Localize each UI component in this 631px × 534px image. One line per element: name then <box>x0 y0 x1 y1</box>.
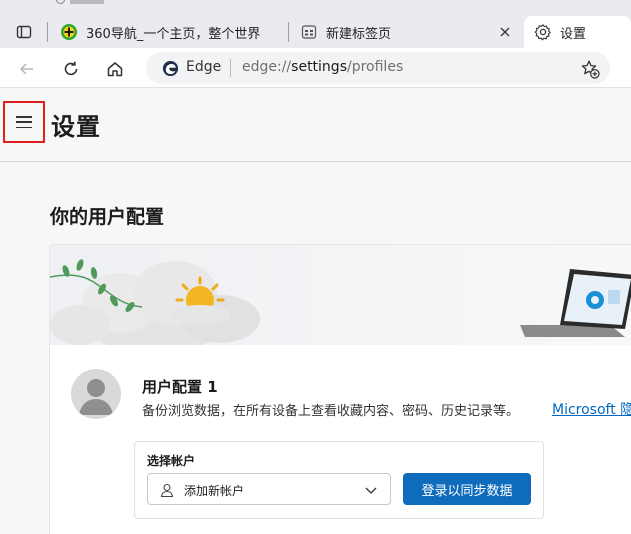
chevron-down-icon <box>365 487 377 494</box>
settings-menu-button[interactable] <box>3 101 45 143</box>
account-dropdown-value: 添加新帐户 <box>184 484 245 498</box>
home-button[interactable] <box>100 54 130 84</box>
url-path: /profiles <box>347 59 404 75</box>
person-icon <box>160 483 174 498</box>
profile-banner-illustration <box>50 245 631 345</box>
browser-label: Edge <box>186 59 222 75</box>
url-text[interactable]: edge://settings/profiles <box>242 59 403 75</box>
account-label: 选择帐户 <box>147 454 196 468</box>
settings-header: 设置 <box>0 89 631 162</box>
tab-strip: 360导航_一个主页，整个世界 新建标签页 设置 <box>0 0 631 48</box>
360-favicon-icon <box>60 23 78 41</box>
star-plus-icon <box>581 60 600 79</box>
tab-actions-icon <box>16 25 32 39</box>
cropped-previous-row <box>50 0 130 6</box>
refresh-icon <box>64 61 78 76</box>
profile-name: 用户配置 1 <box>142 378 218 396</box>
tab-title: 新建标签页 <box>326 26 392 42</box>
profile-row: 用户配置 1 备份浏览数据，在所有设备上查看收藏内容、密码、历史记录等。 Mic… <box>50 345 631 445</box>
person-avatar-icon <box>79 379 113 415</box>
page-title: 设置 <box>51 113 101 141</box>
close-tab-button[interactable] <box>496 23 514 41</box>
browser-toolbar: Edge edge://settings/profiles <box>0 48 631 88</box>
home-icon <box>107 62 123 77</box>
add-favorite-button[interactable] <box>579 58 601 80</box>
url-scheme: edge:// <box>242 59 292 75</box>
profile-description: 备份浏览数据，在所有设备上查看收藏内容、密码、历史记录等。 <box>142 404 520 419</box>
edge-logo-icon <box>162 60 179 77</box>
tab-title: 360导航_一个主页，整个世界 <box>86 26 261 42</box>
cloud-illustration <box>50 261 260 345</box>
gear-icon <box>534 23 552 41</box>
section-title: 你的用户配置 <box>50 206 165 228</box>
address-separator <box>230 59 231 77</box>
avatar[interactable] <box>71 369 121 419</box>
url-host: settings <box>291 59 347 75</box>
account-dropdown[interactable]: 添加新帐户 <box>147 473 391 505</box>
tab-360[interactable]: 360导航_一个主页，整个世界 <box>50 16 286 48</box>
tab-actions-button[interactable] <box>10 20 38 44</box>
close-icon <box>500 27 510 37</box>
tab-separator <box>47 22 48 42</box>
tab-title: 设置 <box>560 26 587 42</box>
refresh-button[interactable] <box>56 54 86 84</box>
tab-separator <box>288 22 289 42</box>
address-bar[interactable]: Edge edge://settings/profiles <box>146 52 610 84</box>
newtab-page-icon <box>300 23 318 41</box>
profile-card: 用户配置 1 备份浏览数据，在所有设备上查看收藏内容、密码、历史记录等。 Mic… <box>50 245 631 534</box>
hamburger-menu-icon <box>16 116 32 128</box>
microsoft-privacy-link[interactable]: Microsoft 隐 <box>552 399 631 419</box>
back-button[interactable] <box>12 54 42 84</box>
laptop-illustration <box>520 269 631 337</box>
account-selector-box: 选择帐户 添加新帐户 登录以同步数据 <box>134 441 544 519</box>
sign-in-sync-button[interactable]: 登录以同步数据 <box>403 473 531 505</box>
tab-settings[interactable]: 设置 <box>524 16 631 48</box>
tab-new-tab[interactable]: 新建标签页 <box>290 16 522 48</box>
arrow-left-icon <box>19 63 33 75</box>
